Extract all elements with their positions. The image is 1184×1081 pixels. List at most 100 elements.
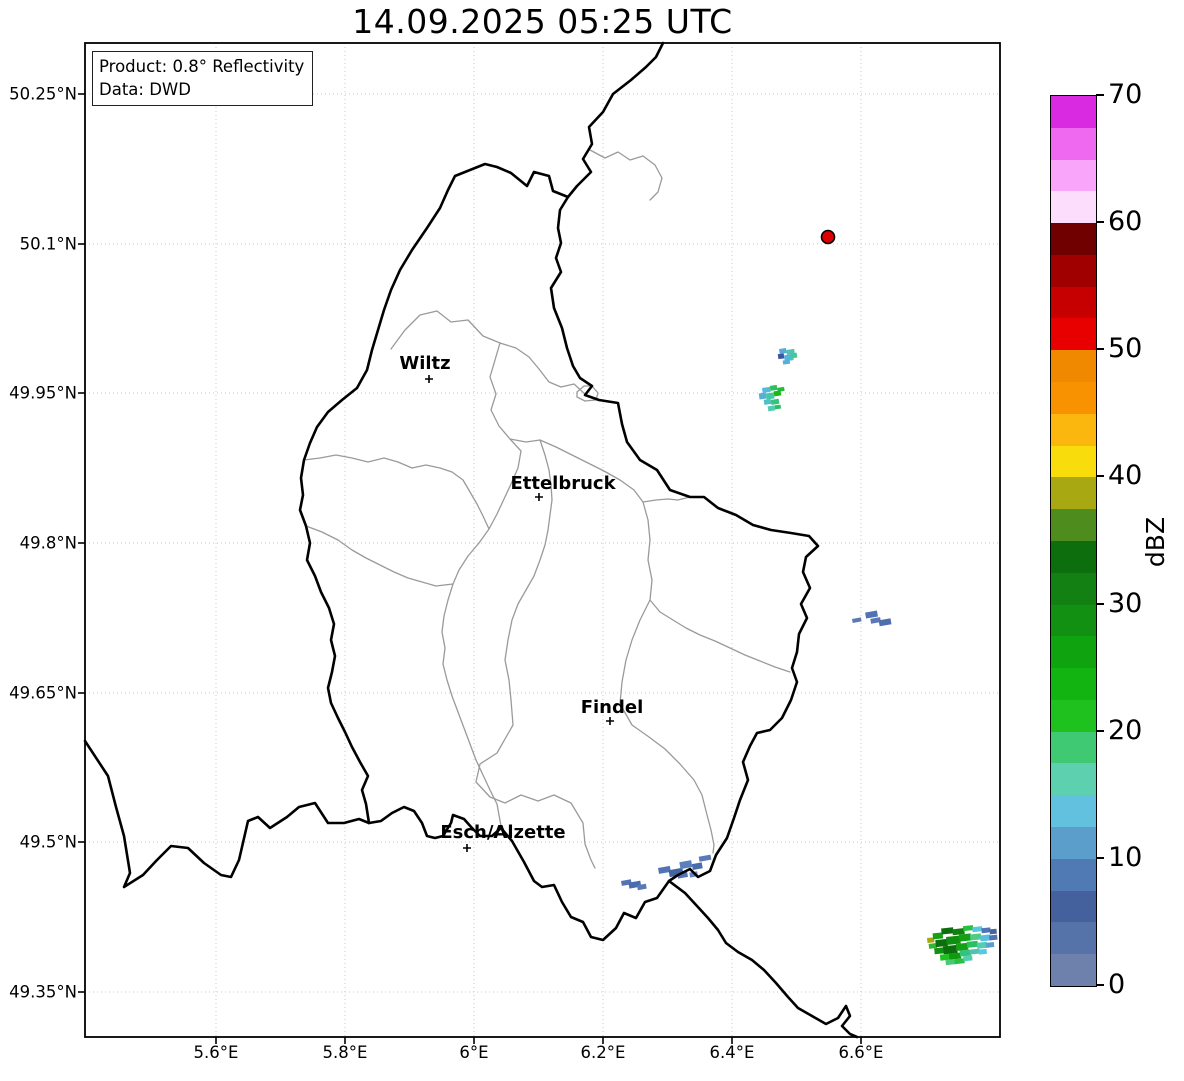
- colorbar-tickmark: [1096, 856, 1104, 859]
- colorbar-tick-label: 30: [1108, 587, 1143, 619]
- echo-southeast-strong: [926, 925, 998, 966]
- colorbar-segment: [1051, 763, 1096, 796]
- y-tick-label: 49.35°N: [9, 982, 77, 1002]
- colorbar-segment: [1051, 731, 1096, 764]
- echo-cell: [980, 934, 991, 942]
- colorbar-segment: [1051, 954, 1096, 986]
- colorbar-segment: [1051, 413, 1096, 446]
- colorbar-segment: [1051, 572, 1096, 605]
- echo-cell: [763, 398, 772, 405]
- echo-cell: [769, 384, 778, 391]
- echo-cell: [934, 947, 945, 955]
- echo-cell: [969, 933, 982, 941]
- echo-cell: [958, 933, 972, 942]
- country-border-path: [83, 739, 371, 889]
- colorbar-segment: [1051, 699, 1096, 732]
- echo-northeast-upper: [777, 348, 798, 365]
- reflectivity-colorbar: [1050, 95, 1097, 987]
- colorbar-segment: [1051, 223, 1096, 255]
- colorbar-segment: [1051, 636, 1096, 669]
- x-tick-label: 6.6°E: [838, 1043, 884, 1062]
- colorbar-segment: [1051, 127, 1096, 160]
- echo-cell: [865, 610, 878, 619]
- colorbar-tickmark: [1096, 984, 1104, 986]
- colorbar-tickmark: [1096, 475, 1104, 478]
- y-tick-label: 49.8°N: [19, 533, 77, 553]
- colorbar-tick-label: 40: [1108, 460, 1143, 492]
- colorbar-segment: [1051, 795, 1096, 827]
- admin-border-path: [305, 525, 454, 587]
- map-canvas: Wiltz Ettelbruck Findel Esch/Alzette: [78, 41, 1001, 1044]
- city-label: Wiltz: [399, 353, 450, 374]
- echo-cell: [770, 398, 780, 405]
- admin-border-path: [619, 703, 715, 854]
- echo-cell: [962, 925, 974, 932]
- echo-cell: [691, 862, 703, 870]
- product-info-box: Product: 0.8° Reflectivity Data: DWD: [92, 51, 314, 106]
- data-source-line: Data: DWD: [99, 80, 191, 99]
- echo-cell: [989, 928, 997, 935]
- echo-cell: [955, 942, 969, 951]
- colorbar-tickmark: [1096, 94, 1104, 96]
- colorbar-segment: [1051, 318, 1096, 351]
- colorbar-segment: [1051, 540, 1096, 573]
- echo-cell: [767, 405, 776, 412]
- colorbar-tickmark: [1096, 221, 1104, 224]
- colorbar-tick-label: 60: [1108, 206, 1143, 238]
- echo-northeast-lower: [758, 384, 785, 412]
- x-tick-label: 6.2°E: [580, 1043, 626, 1062]
- echo-cell: [657, 865, 671, 874]
- y-tick-label: 49.65°N: [9, 683, 77, 703]
- admin-border-path: [619, 599, 651, 705]
- y-tick-label: 50.25°N: [9, 84, 77, 104]
- admin-border-path: [642, 501, 791, 673]
- city-label: Ettelbruck: [510, 473, 616, 494]
- echo-cell: [948, 952, 962, 960]
- echo-cell: [978, 948, 987, 955]
- x-tick-label: 6.4°E: [709, 1043, 755, 1062]
- colorbar-tickmark: [1096, 348, 1104, 351]
- city-marker-plus-icon: [463, 844, 471, 852]
- echo-cell: [790, 352, 798, 359]
- y-tick-label: 50.1°N: [19, 234, 77, 254]
- echo-cell: [946, 935, 961, 945]
- echo-cell: [679, 860, 693, 870]
- admin-border-path: [441, 583, 502, 827]
- colorbar-segment: [1051, 382, 1096, 414]
- echo-cell: [963, 955, 973, 962]
- y-tick-label: 49.95°N: [9, 383, 77, 403]
- colorbar-tick-label: 20: [1108, 714, 1143, 746]
- colorbar-segment: [1051, 477, 1096, 510]
- city-marker-plus-icon: [606, 717, 614, 725]
- echo-cell: [762, 386, 771, 393]
- echo-south-small: [621, 879, 647, 891]
- radar-figure: 14.09.2025 05:25 UTC Wiltz Ettelbruck Find…: [0, 0, 1184, 1081]
- echo-cell: [942, 944, 958, 955]
- colorbar-segment: [1051, 445, 1096, 478]
- echo-cell: [773, 390, 782, 397]
- city-marker-plus-icon: [535, 493, 543, 501]
- colorbar-tick-label: 70: [1108, 78, 1143, 110]
- x-tick-label: 5.6°E: [193, 1043, 239, 1062]
- colorbar-segment: [1051, 858, 1096, 891]
- echo-cell: [966, 940, 979, 948]
- colorbar-segment: [1051, 191, 1096, 224]
- echo-cell: [972, 926, 983, 933]
- city-label: Findel: [581, 697, 644, 718]
- colorbar-segment: [1051, 96, 1096, 128]
- colorbar-segment: [1051, 509, 1096, 541]
- colorbar-unit-label: dBZ: [1140, 516, 1170, 568]
- x-tick-label: 6°E: [459, 1043, 489, 1062]
- echo-cell: [954, 958, 965, 965]
- colorbar-segment: [1051, 604, 1096, 637]
- echo-cell: [758, 392, 767, 400]
- country-border-path: [566, 41, 665, 199]
- echo-cell: [945, 959, 956, 966]
- colorbar-segment: [1051, 890, 1096, 923]
- echo-cell: [935, 938, 948, 948]
- colorbar-segment: [1051, 826, 1096, 859]
- colorbar-segment: [1051, 159, 1096, 192]
- echo-cell: [932, 932, 944, 940]
- colorbar-segment: [1051, 350, 1096, 383]
- echo-cell: [952, 928, 965, 936]
